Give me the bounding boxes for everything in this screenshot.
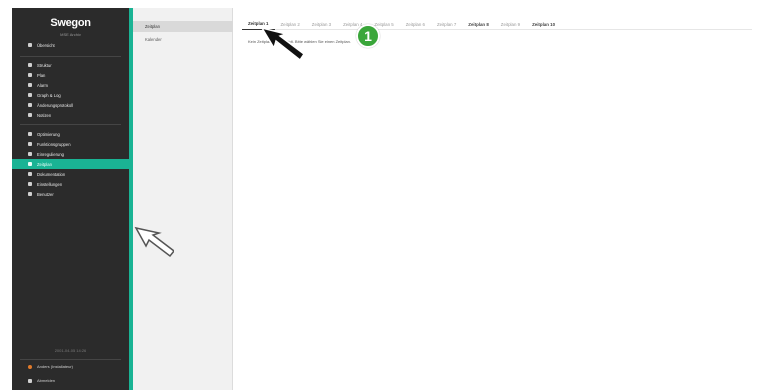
sidebar-divider <box>20 359 121 360</box>
sidebar-item-label: Übersicht <box>37 42 55 48</box>
graph-icon <box>28 93 32 97</box>
brand-subtitle: MSE Archiv <box>60 32 81 37</box>
sidebar-item-alarm[interactable]: Alarm <box>12 80 129 90</box>
sidebar-item-label: Notizen <box>37 112 52 118</box>
step-badge: 1 <box>356 24 380 48</box>
tab-zeitplan-3[interactable]: Zeitplan 3 <box>306 18 337 30</box>
footer-logout[interactable]: Abmelden <box>12 376 129 385</box>
sub-item-kalender[interactable]: Kalender <box>133 34 233 45</box>
sidebar-item-label: Struktur <box>37 62 52 68</box>
tab-zeitplan-10[interactable]: Zeitplan 10 <box>526 18 561 30</box>
list-icon <box>28 103 32 107</box>
sidebar-item-zeitplan[interactable]: Zeitplan <box>12 159 129 169</box>
user-icon <box>28 364 32 369</box>
cursor-arrow-icon <box>134 226 174 258</box>
sidebar-item-label: Funktionsgruppen <box>37 141 71 147</box>
document-icon <box>28 172 32 176</box>
sidebar-item-aenderungsprotokoll[interactable]: Änderungsprotokoll <box>12 100 129 110</box>
cursor-arrow-icon <box>260 26 304 62</box>
sidebar-item-dokumentation[interactable]: Dokumentation <box>12 169 129 179</box>
table-icon <box>28 152 32 156</box>
footer-user[interactable]: Anders (Installateur) <box>12 362 129 371</box>
sidebar-divider <box>20 124 121 125</box>
footer-logout-label: Abmelden <box>37 378 56 383</box>
tab-zeitplan-9[interactable]: Zeitplan 9 <box>495 18 526 30</box>
sidebar-item-optimierung[interactable]: Optimierung <box>12 129 129 139</box>
tab-bar: Zeitplan 1 Zeitplan 2 Zeitplan 3 Zeitpla… <box>242 18 752 30</box>
users-icon <box>28 192 32 196</box>
calendar-icon <box>28 162 32 166</box>
main-content: Zeitplan 1 Zeitplan 2 Zeitplan 3 Zeitpla… <box>234 8 757 390</box>
logout-icon <box>28 378 32 383</box>
sidebar-item-label: Zeitplan <box>37 161 52 167</box>
sidebar-item-struktur[interactable]: Struktur <box>12 60 129 70</box>
brand-logo: Swegon <box>50 17 91 29</box>
comment-icon <box>28 113 32 117</box>
optimize-icon <box>28 132 32 136</box>
sidebar-item-label: Dokumentation <box>37 171 66 177</box>
sidebar-item-label: Einstellungen <box>37 181 63 187</box>
footer-user-label: Anders (Installateur) <box>37 364 74 369</box>
sidebar-item-plan[interactable]: Plan <box>12 70 129 80</box>
sidebar-item-graph-log[interactable]: Graph & Log <box>12 90 129 100</box>
sidebar-item-label: Einregulierung <box>37 151 65 157</box>
eye-icon <box>28 43 32 47</box>
sub-item-zeitplan[interactable]: Zeitplan <box>133 21 233 32</box>
sidebar-divider <box>20 56 121 57</box>
structure-icon <box>28 63 32 67</box>
group-icon <box>28 142 32 146</box>
sub-navigation: Zeitplan Kalender <box>133 8 233 390</box>
sidebar-item-label: Plan <box>37 72 46 78</box>
app-root: Swegon MSE Archiv Übersicht Struktur Pla… <box>0 0 757 390</box>
footer-timestamp: 2001-04-05 14:26 <box>54 348 87 353</box>
sidebar-item-einregulierung[interactable]: Einregulierung <box>12 149 129 159</box>
sidebar-item-label: Benutzer <box>37 191 54 197</box>
sidebar-item-funktionsgruppen[interactable]: Funktionsgruppen <box>12 139 129 149</box>
tab-zeitplan-8[interactable]: Zeitplan 8 <box>462 18 495 30</box>
bell-icon <box>28 83 32 87</box>
sidebar-item-label: Alarm <box>37 82 48 88</box>
sidebar: Swegon MSE Archiv Übersicht Struktur Pla… <box>12 8 129 390</box>
sidebar-item-label: Änderungsprotokoll <box>37 102 74 108</box>
gear-icon <box>28 182 32 186</box>
sidebar-item-einstellungen[interactable]: Einstellungen <box>12 179 129 189</box>
tab-zeitplan-6[interactable]: Zeitplan 6 <box>400 18 431 30</box>
sidebar-item-label: Optimierung <box>37 131 60 137</box>
sidebar-item-uebersicht[interactable]: Übersicht <box>12 40 129 50</box>
sidebar-item-notizen[interactable]: Notizen <box>12 110 129 120</box>
tab-zeitplan-7[interactable]: Zeitplan 7 <box>431 18 462 30</box>
sidebar-item-benutzer[interactable]: Benutzer <box>12 189 129 199</box>
location-pin-icon <box>28 73 32 77</box>
sidebar-item-label: Graph & Log <box>37 92 61 98</box>
